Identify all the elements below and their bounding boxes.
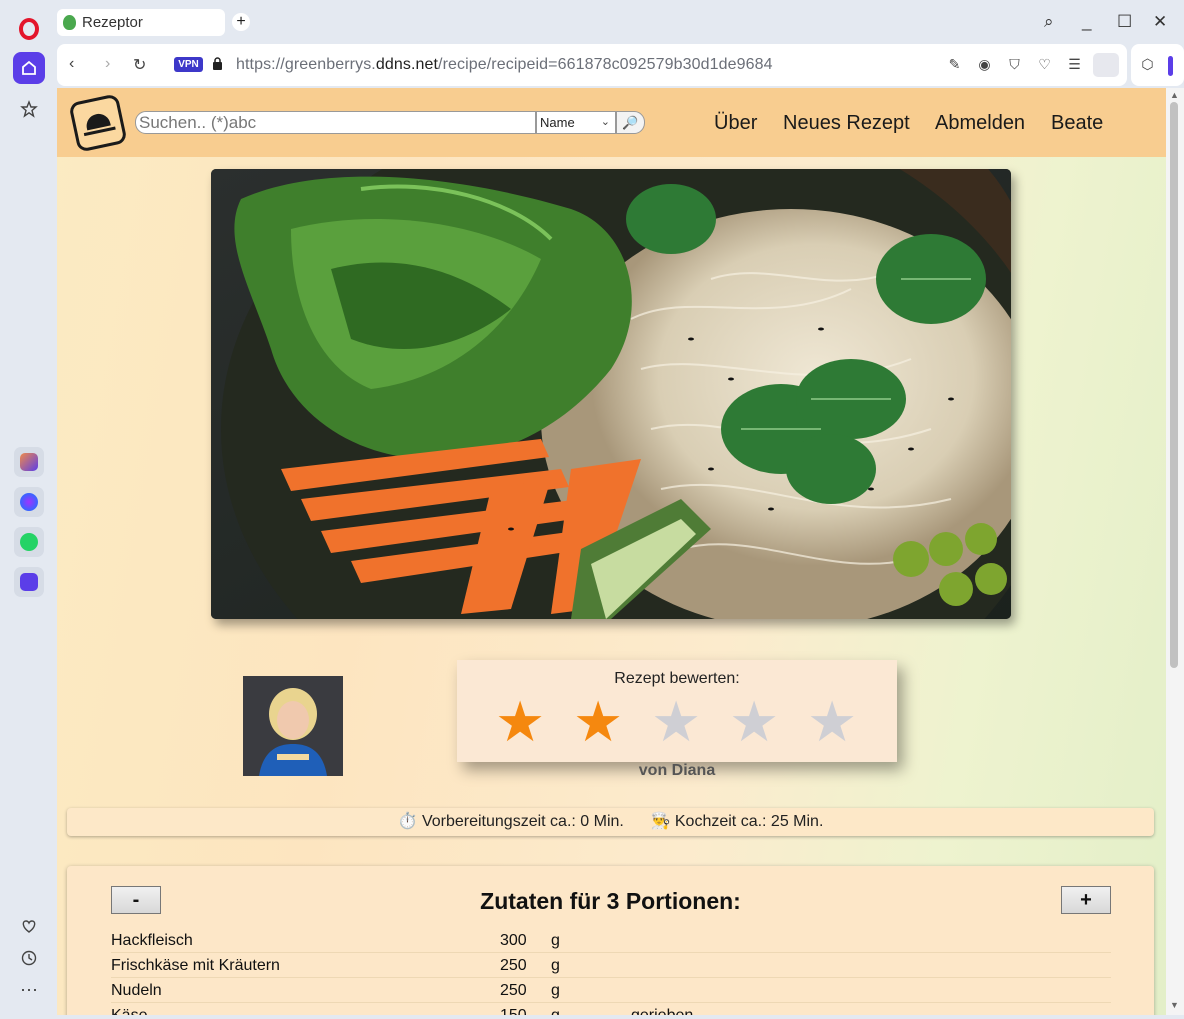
browser-window: ⋯ Rezeptor + ⌕ _ ☐ ✕ ‹ › ↻ VPN https://g… xyxy=(0,0,1184,1019)
recipe-photo xyxy=(211,169,1011,619)
bookmark-heart-icon[interactable]: ♡ xyxy=(1036,56,1053,73)
home-icon[interactable] xyxy=(13,52,45,84)
back-icon[interactable]: ‹ xyxy=(69,55,74,73)
ingredient-amount: 300 xyxy=(500,932,527,949)
history-icon[interactable] xyxy=(13,942,45,974)
star-3-icon[interactable]: ★ xyxy=(651,693,701,753)
author-avatar[interactable] xyxy=(243,676,343,776)
address-bar: ‹ › ↻ VPN https://greenberrys.ddns.net/r… xyxy=(57,44,1127,86)
ingredient-name: Nudeln xyxy=(111,982,162,999)
edit-page-icon[interactable]: ✎ xyxy=(946,56,963,73)
ingredient-row: Hackfleisch 300 g xyxy=(111,928,1111,953)
ingredient-unit: g xyxy=(551,932,560,949)
rating-box: Rezept bewerten: ★ ★ ★ ★ ★ xyxy=(457,660,897,762)
star-4-icon[interactable]: ★ xyxy=(729,693,779,753)
url-field[interactable]: https://greenberrys.ddns.net/recipe/reci… xyxy=(236,56,773,74)
opera-sidebar: ⋯ xyxy=(0,0,57,1019)
music-player-icon[interactable] xyxy=(14,567,44,597)
search-mode-select[interactable]: Name ⌄ xyxy=(536,111,616,134)
nav-logout[interactable]: Abmelden xyxy=(935,112,1025,135)
site-header: Suchen.. (*)abc Name ⌄ 🔎 Über Neues Reze… xyxy=(57,88,1166,157)
star-1-icon[interactable]: ★ xyxy=(495,693,545,753)
easy-setup-icon[interactable]: ☰ xyxy=(1066,56,1083,73)
time-info-bar: ⏱️ Vorbereitungszeit ca.: 0 Min. 👨‍🍳 Koc… xyxy=(67,808,1154,836)
pinboard-icon[interactable] xyxy=(13,93,45,125)
more-icon[interactable]: ⋯ xyxy=(13,974,45,1006)
ingredient-row: Nudeln 250 g xyxy=(111,978,1111,1003)
close-window-icon[interactable]: ✕ xyxy=(1153,12,1167,32)
ingredients-panel: - Zutaten für 3 Portionen: + Hackfleisch… xyxy=(67,866,1154,1015)
star-5-icon[interactable]: ★ xyxy=(807,693,857,753)
cook-time: 👨‍🍳 Kochzeit ca.: 25 Min. xyxy=(650,813,824,830)
ingredient-unit: g xyxy=(551,957,560,974)
ingredient-name: Frischkäse mit Kräutern xyxy=(111,957,280,974)
sidebar-toggle-icon[interactable] xyxy=(1168,56,1173,76)
adblock-shield-icon[interactable]: ⛉ xyxy=(1006,56,1023,73)
prep-time: ⏱️ Vorbereitungszeit ca.: 0 Min. xyxy=(397,813,624,830)
ingredient-row: Frischkäse mit Kräutern 250 g xyxy=(111,953,1111,978)
lock-icon[interactable] xyxy=(212,57,223,70)
extensions-area: ⬡ xyxy=(1131,44,1184,86)
extensions-cube-icon[interactable]: ⬡ xyxy=(1139,56,1156,73)
star-2-icon[interactable]: ★ xyxy=(573,693,623,753)
scroll-down-icon[interactable]: ▼ xyxy=(1170,1000,1179,1010)
ingredient-amount: 150 xyxy=(500,1007,527,1015)
search-button[interactable]: 🔎 xyxy=(616,111,645,134)
increase-portions-button[interactable]: + xyxy=(1061,886,1111,914)
minimize-icon[interactable]: _ xyxy=(1082,12,1091,32)
ingredient-amount: 250 xyxy=(500,982,527,999)
page-scrollbar[interactable]: ▲ ▼ xyxy=(1166,88,1184,1015)
search-tabs-icon[interactable]: ⌕ xyxy=(1044,12,1054,32)
ingredient-name: Hackfleisch xyxy=(111,932,193,949)
profile-icon[interactable] xyxy=(1093,53,1119,77)
nav-about[interactable]: Über xyxy=(714,112,757,135)
nav-new-recipe[interactable]: Neues Rezept xyxy=(783,112,910,135)
cloche-logo-icon[interactable] xyxy=(68,93,128,153)
page-viewport: Suchen.. (*)abc Name ⌄ 🔎 Über Neues Reze… xyxy=(57,88,1166,1015)
messenger-icon[interactable] xyxy=(14,487,44,517)
aria-app-icon[interactable] xyxy=(14,447,44,477)
scrollbar-thumb[interactable] xyxy=(1170,102,1178,668)
tab-title: Rezeptor xyxy=(82,14,143,31)
whatsapp-icon[interactable] xyxy=(14,527,44,557)
maximize-icon[interactable]: ☐ xyxy=(1117,12,1132,32)
snapshot-camera-icon[interactable]: ◉ xyxy=(976,56,993,73)
ingredients-title: Zutaten für 3 Portionen: xyxy=(480,888,741,914)
tab-strip: Rezeptor + ⌕ _ ☐ ✕ xyxy=(57,0,1184,44)
author-byline: von Diana xyxy=(638,762,716,779)
scroll-up-icon[interactable]: ▲ xyxy=(1170,90,1179,100)
ingredient-name: Käse xyxy=(111,1007,147,1015)
chevron-down-icon: ⌄ xyxy=(600,116,610,128)
ingredient-amount: 250 xyxy=(500,957,527,974)
search-input[interactable]: Suchen.. (*)abc xyxy=(135,111,536,134)
opera-logo-icon[interactable] xyxy=(19,18,39,40)
raspberry-favicon-icon xyxy=(63,15,76,30)
search-mode-value: Name xyxy=(540,115,575,130)
ingredient-unit: g xyxy=(551,982,560,999)
ingredient-row: Käse 150 g gerieben xyxy=(111,1003,1111,1015)
reload-icon[interactable]: ↻ xyxy=(133,55,146,75)
heart-icon[interactable] xyxy=(13,910,45,942)
ingredient-unit: g xyxy=(551,1007,560,1015)
tab-rezeptor[interactable]: Rezeptor xyxy=(57,9,225,36)
new-tab-button[interactable]: + xyxy=(232,13,250,31)
forward-icon[interactable]: › xyxy=(105,55,110,73)
vpn-badge[interactable]: VPN xyxy=(174,57,203,72)
ingredient-note: gerieben xyxy=(631,1007,693,1015)
rating-label: Rezept bewerten: xyxy=(614,670,740,687)
nav-user[interactable]: Beate xyxy=(1051,112,1103,135)
